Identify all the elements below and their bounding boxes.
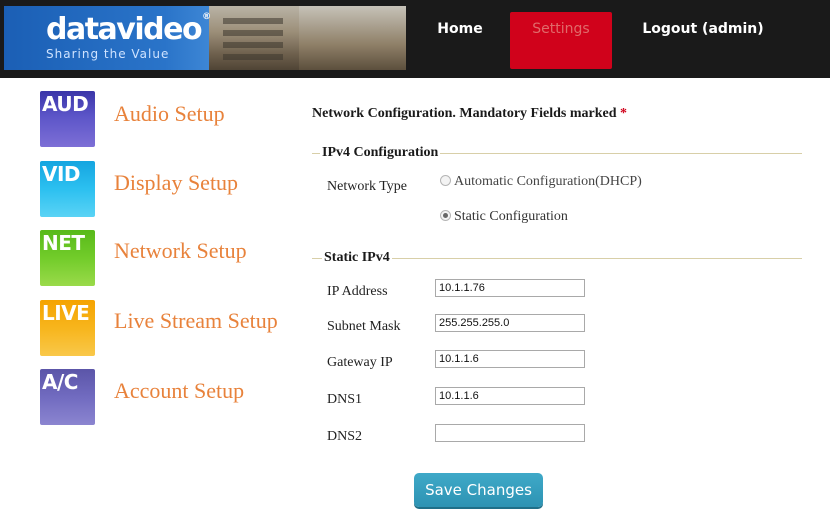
sidebar-item-label: Account Setup <box>114 378 245 403</box>
live-stream-setup-icon: LIVE <box>40 300 95 356</box>
static-legend: Static IPv4 <box>322 250 392 266</box>
sidebar-item-live-stream-setup[interactable]: LIVE Live Stream Setup <box>40 300 300 356</box>
logo-wordmark: datavideo® <box>46 12 212 47</box>
ip-address-label: IP Address <box>327 284 388 299</box>
network-type-label: Network Type <box>327 179 408 194</box>
gateway-ip-label: Gateway IP <box>327 355 393 370</box>
top-header: datavideo® Sharing the Value Home Settin… <box>0 0 830 78</box>
nav-home[interactable]: Home <box>418 0 502 68</box>
sidebar-item-label: Network Setup <box>114 238 247 263</box>
sidebar-item-network-setup[interactable]: NET Network Setup <box>40 230 300 286</box>
logo-tagline: Sharing the Value <box>46 47 170 61</box>
sidebar-item-label: Audio Setup <box>114 101 225 126</box>
nav-settings[interactable]: Settings <box>510 12 612 69</box>
network-setup-icon: NET <box>40 230 95 286</box>
radio-dhcp[interactable]: Automatic Configuration(DHCP) <box>440 174 642 190</box>
mandatory-fields-note: Network Configuration. Mandatory Fields … <box>312 106 627 121</box>
subnet-mask-label: Subnet Mask <box>327 319 401 334</box>
datavideo-logo[interactable]: datavideo® Sharing the Value <box>4 6 406 70</box>
logo-building-photo <box>209 6 406 70</box>
dns1-label: DNS1 <box>327 392 363 407</box>
radio-dhcp-circle[interactable] <box>440 175 451 186</box>
sidebar-item-label: Live Stream Setup <box>114 308 278 333</box>
radio-static[interactable]: Static Configuration <box>440 209 568 225</box>
account-setup-icon: A/C <box>40 369 95 425</box>
required-star: * <box>620 106 627 121</box>
audio-setup-icon: AUD <box>40 91 95 147</box>
gateway-ip-input[interactable] <box>435 350 585 368</box>
sidebar-item-label: Display Setup <box>114 170 239 195</box>
dns1-input[interactable] <box>435 387 585 405</box>
nav-logout[interactable]: Logout (admin) <box>638 0 768 68</box>
sidebar-item-display-setup[interactable]: VID Display Setup <box>40 161 300 217</box>
radio-dhcp-label: Automatic Configuration(DHCP) <box>454 174 642 189</box>
subnet-mask-input[interactable] <box>435 314 585 332</box>
save-changes-button[interactable]: Save Changes <box>414 473 543 507</box>
sidebar-item-audio-setup[interactable]: AUD Audio Setup <box>40 91 300 147</box>
ipv4-legend: IPv4 Configuration <box>320 145 441 161</box>
sidebar-item-account-setup[interactable]: A/C Account Setup <box>40 369 300 425</box>
radio-static-label: Static Configuration <box>454 209 568 224</box>
ip-address-input[interactable] <box>435 279 585 297</box>
dns2-label: DNS2 <box>327 429 363 444</box>
radio-static-circle[interactable] <box>440 210 451 221</box>
display-setup-icon: VID <box>40 161 95 217</box>
dns2-input[interactable] <box>435 424 585 442</box>
